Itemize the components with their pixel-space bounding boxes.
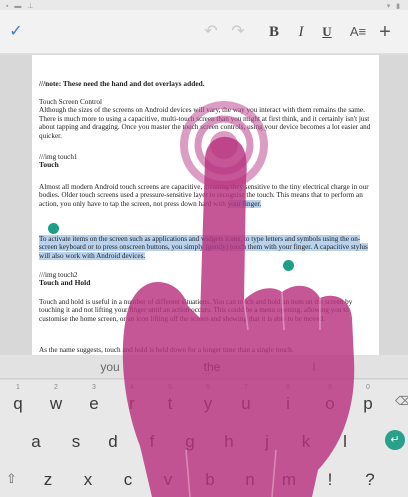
key-l[interactable]: l <box>327 432 363 452</box>
status-right-icons: ▾ ▮ <box>386 3 402 10</box>
key-w[interactable]: 2w <box>38 384 74 414</box>
format-button[interactable]: A≡ <box>348 20 368 44</box>
key-u[interactable]: 7u <box>228 384 264 414</box>
key-v[interactable]: v <box>150 470 186 490</box>
key-z[interactable]: z <box>30 470 66 490</box>
bold-button[interactable]: B <box>265 20 283 44</box>
italic-button[interactable]: I <box>292 20 310 44</box>
more-suggestions-icon[interactable]: ••• <box>202 372 211 378</box>
section-intro: Touch Screen Control Although the sizes … <box>39 98 373 140</box>
key-s[interactable]: s <box>58 432 94 452</box>
status-left-icons: ▪ ▬ ⊥ <box>6 3 36 10</box>
suggestion-strip: you the I ••• <box>0 355 408 379</box>
selection-end-handle[interactable] <box>283 260 294 271</box>
check-icon[interactable]: ✓ <box>6 20 26 44</box>
image-placeholder-text: ///img touch1 <box>39 153 78 161</box>
key-exclamation[interactable]: ! <box>312 470 348 490</box>
selected-text: your finger. <box>227 199 262 208</box>
section-heading: Touch and Hold <box>39 278 91 288</box>
paragraph: Although the sizes of the screens on And… <box>39 106 371 140</box>
paragraph-selected: To activate items on the screen such as … <box>39 235 373 260</box>
key-b[interactable]: b <box>192 470 228 490</box>
key-c[interactable]: c <box>110 470 146 490</box>
key-a[interactable]: a <box>18 432 54 452</box>
document-area[interactable]: ///note: These need the hand and dot ove… <box>0 55 408 355</box>
key-y[interactable]: 6y <box>190 384 226 414</box>
key-n[interactable]: n <box>232 470 268 490</box>
selected-text: To activate items on the screen such as … <box>39 235 368 260</box>
backspace-icon[interactable]: ⌫ <box>395 394 408 408</box>
key-d[interactable]: d <box>95 432 131 452</box>
selection-start-handle[interactable] <box>48 223 59 234</box>
section-heading: Touch <box>39 160 59 170</box>
key-o[interactable]: 9o <box>312 384 348 414</box>
paragraph-text: Almost all modern Android touch screens … <box>39 183 369 208</box>
suggestion-left[interactable]: you <box>60 355 160 379</box>
paragraph-touch: Almost all modern Android touch screens … <box>39 183 373 208</box>
paragraph: As the name suggests, touch and hold is … <box>39 346 294 354</box>
status-bar: ▪ ▬ ⊥ ▾ ▮ <box>0 0 408 10</box>
key-h[interactable]: h <box>211 432 247 452</box>
enter-icon[interactable]: ↵ <box>385 430 405 450</box>
key-x[interactable]: x <box>70 470 106 490</box>
key-m[interactable]: m <box>271 470 307 490</box>
on-screen-keyboard: 1q 2w 3e 4r 5t 6y 7u 8i 9o 0p ⌫ a s d f … <box>0 380 408 497</box>
key-question[interactable]: ? <box>352 470 388 490</box>
redo-icon[interactable]: ↷ <box>229 20 247 44</box>
key-i[interactable]: 8i <box>270 384 306 414</box>
add-button[interactable]: + <box>375 20 395 44</box>
underline-button[interactable]: U <box>318 20 336 44</box>
key-f[interactable]: f <box>134 432 170 452</box>
section-touch-header: ///img touch1 Touch <box>39 153 373 170</box>
paragraph-cut: As the name suggests, touch and hold is … <box>39 346 373 354</box>
key-e[interactable]: 3e <box>76 384 112 414</box>
key-q[interactable]: 1q <box>0 384 36 414</box>
key-j[interactable]: j <box>249 432 285 452</box>
suggestion-right[interactable]: I <box>264 355 364 379</box>
document-note: ///note: These need the hand and dot ove… <box>39 79 205 88</box>
paragraph-touch-hold: Touch and hold is useful in a number of … <box>39 298 373 323</box>
editor-toolbar: ✓ ↶ ↷ B I U A≡ + <box>0 10 408 54</box>
key-g[interactable]: g <box>172 432 208 452</box>
key-r[interactable]: 4r <box>114 384 150 414</box>
undo-icon[interactable]: ↶ <box>202 20 220 44</box>
suggestion-center[interactable]: the <box>160 355 264 379</box>
shift-icon[interactable]: ⇧ <box>6 471 17 487</box>
key-p[interactable]: 0p <box>350 384 386 414</box>
key-t[interactable]: 5t <box>152 384 188 414</box>
key-k[interactable]: k <box>288 432 324 452</box>
section-touch-hold-header: ///img touch2 Touch and Hold <box>39 271 373 288</box>
section-title: Touch Screen Control <box>39 98 102 106</box>
document-page[interactable]: ///note: These need the hand and dot ove… <box>32 55 379 355</box>
paragraph: Touch and hold is useful in a number of … <box>39 298 353 323</box>
